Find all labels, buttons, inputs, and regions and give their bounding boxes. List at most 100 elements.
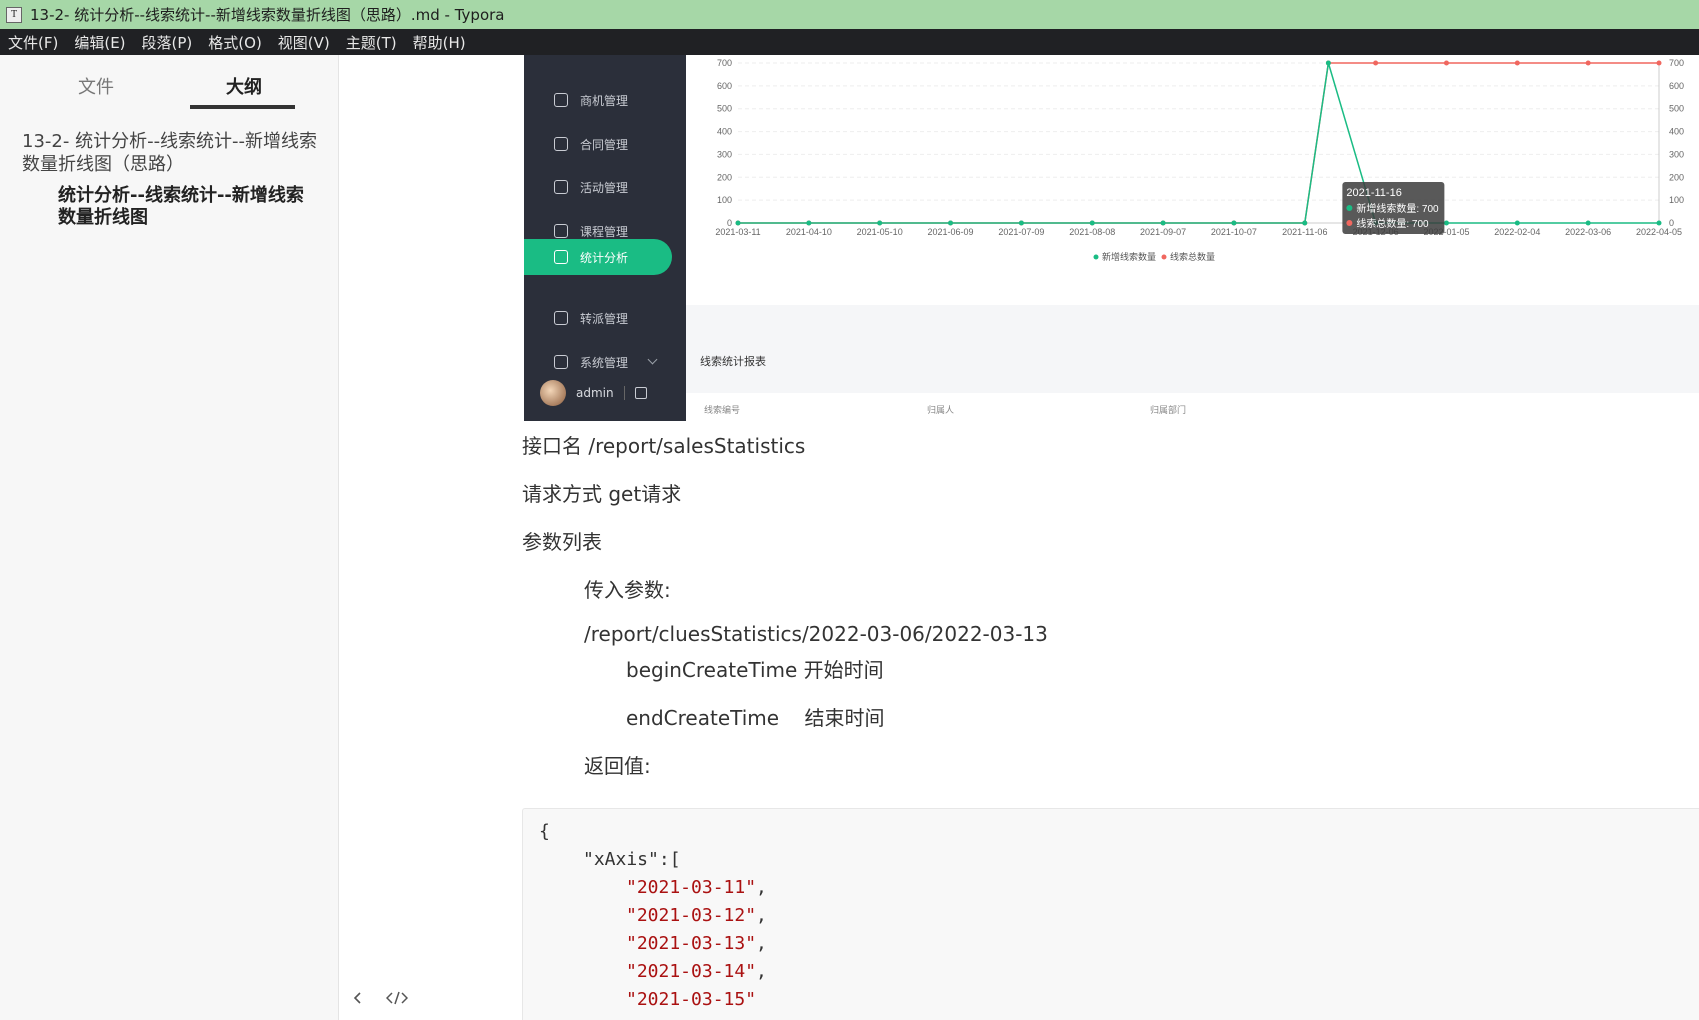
menu-help[interactable]: 帮助(H) bbox=[413, 32, 466, 53]
data-point bbox=[1585, 220, 1591, 226]
code-line: "2021-03-13", bbox=[626, 933, 767, 954]
menu-theme[interactable]: 主题(T) bbox=[346, 32, 397, 53]
data-point bbox=[1514, 220, 1520, 226]
tooltip-title: 2021-11-16 bbox=[1346, 187, 1401, 199]
typora-app-icon: T bbox=[6, 6, 22, 23]
logout-icon bbox=[634, 387, 647, 399]
title-bar: T 13-2- 统计分析--线索统计--新增线索数量折线图（思路）.md - T… bbox=[0, 0, 1699, 29]
code-line: "2021-03-12", bbox=[626, 905, 767, 926]
legend-marker bbox=[1161, 254, 1167, 260]
x-tick-label: 2021-05-10 bbox=[857, 227, 903, 237]
target-icon bbox=[554, 93, 568, 107]
code-string: "2021-03-15" bbox=[626, 989, 757, 1010]
menu-paragraph[interactable]: 段落(P) bbox=[142, 32, 193, 53]
line-chart: 0 0 100 100 200 200 300 300 400 400 500 500 600 600 70… bbox=[686, 55, 1699, 305]
code-string: "2021-03-11" bbox=[626, 877, 757, 898]
menu-file[interactable]: 文件(F) bbox=[8, 32, 58, 53]
y-tick-label-right: 200 bbox=[1669, 172, 1684, 182]
gear-icon bbox=[554, 355, 568, 369]
chart-svg: 0 0100 100200 200300 300400 400500 500600 60070… bbox=[715, 58, 1684, 262]
chevron-left-icon[interactable] bbox=[350, 990, 366, 1006]
outline-sidebar: 文件 大纲 13-2- 统计分析--线索统计--新增线索数量折线图（思路） 统计… bbox=[0, 55, 339, 1020]
tab-outline[interactable]: 大纲 bbox=[226, 73, 262, 99]
data-point bbox=[1373, 60, 1379, 66]
tab-files[interactable]: 文件 bbox=[78, 73, 114, 99]
return-label: 返回值: bbox=[584, 754, 651, 778]
tooltip-line: 线索总数量: 700 bbox=[1356, 217, 1429, 230]
tooltip-marker bbox=[1346, 205, 1353, 211]
code-icon[interactable] bbox=[386, 990, 408, 1006]
active-tab-indicator bbox=[190, 105, 295, 109]
data-point bbox=[1089, 220, 1095, 226]
data-point bbox=[1443, 60, 1449, 66]
y-tick-label-right: 100 bbox=[1669, 195, 1684, 205]
y-tick-label-right: 500 bbox=[1669, 104, 1684, 114]
x-tick-label: 2021-06-09 bbox=[928, 227, 974, 237]
window-title: 13-2- 统计分析--线索统计--新增线索数量折线图（思路）.md - Typ… bbox=[30, 6, 505, 24]
example-path: /report/cluesStatistics/2022-03-06/2022-… bbox=[584, 622, 1048, 646]
menu-bar: 文件(F) 编辑(E) 段落(P) 格式(O) 视图(V) 主题(T) 帮助(H… bbox=[0, 29, 1699, 55]
chevron-down-icon bbox=[647, 354, 658, 365]
username: admin bbox=[576, 386, 614, 400]
tooltip-marker bbox=[1346, 220, 1353, 226]
end-param: endCreateTime 结束时间 bbox=[626, 706, 885, 730]
data-point bbox=[1585, 60, 1591, 66]
data-point bbox=[948, 220, 954, 226]
chart-icon bbox=[554, 250, 568, 264]
nav-label: 合同管理 bbox=[580, 137, 629, 152]
y-tick-label-left: 600 bbox=[717, 81, 732, 91]
api-name-line: 接口名 /report/salesStatistics bbox=[522, 434, 806, 458]
star-icon bbox=[554, 180, 568, 194]
legend-label: 线索总数量 bbox=[1170, 251, 1215, 262]
nav-label: 系统管理 bbox=[580, 355, 629, 370]
nav-item-activity: 活动管理 bbox=[524, 169, 686, 205]
nav-user: admin bbox=[540, 380, 647, 406]
outline-item-h1[interactable]: 13-2- 统计分析--线索统计--新增线索数量折线图（思路） bbox=[22, 130, 322, 176]
menu-edit[interactable]: 编辑(E) bbox=[74, 32, 125, 53]
series-line bbox=[738, 62, 1659, 224]
form-label: 归属部门 bbox=[1150, 406, 1187, 416]
method-line: 请求方式 get请求 bbox=[522, 482, 682, 506]
report-title: 线索统计报表 bbox=[700, 355, 766, 368]
avatar bbox=[540, 380, 566, 406]
nav-label: 活动管理 bbox=[580, 180, 629, 195]
x-tick-label: 2022-03-06 bbox=[1565, 227, 1611, 237]
play-icon bbox=[554, 224, 568, 238]
data-point bbox=[1302, 220, 1308, 226]
data-point bbox=[1656, 220, 1662, 226]
x-tick-label: 2021-04-10 bbox=[786, 227, 832, 237]
data-point bbox=[1231, 220, 1237, 226]
code-comma: , bbox=[756, 877, 767, 898]
divider bbox=[623, 386, 625, 400]
x-tick-label: 2021-09-07 bbox=[1140, 227, 1186, 237]
input-params-label: 传入参数: bbox=[584, 578, 671, 602]
code-string: "2021-03-13" bbox=[626, 933, 757, 954]
code-line: "2021-03-11", bbox=[626, 877, 767, 898]
legend-marker bbox=[1093, 254, 1099, 260]
x-tick-label: 2021-03-11 bbox=[715, 227, 760, 237]
code-string: "2021-03-12" bbox=[626, 905, 757, 926]
begin-param: beginCreateTime 开始时间 bbox=[626, 658, 884, 682]
x-tick-label: 2022-04-05 bbox=[1636, 227, 1682, 237]
nav-item-transfer: 转派管理 bbox=[524, 300, 686, 336]
sidebar-bottom-bar bbox=[350, 990, 408, 1006]
nav-label: 转派管理 bbox=[580, 311, 629, 326]
outline-item-h2[interactable]: 统计分析--线索统计--新增线索数量折线图 bbox=[58, 185, 320, 229]
x-tick-label: 2021-10-07 bbox=[1211, 227, 1257, 237]
refresh-icon bbox=[554, 311, 568, 325]
menu-format[interactable]: 格式(O) bbox=[208, 32, 262, 53]
data-point bbox=[735, 220, 741, 226]
code-block[interactable]: { "xAxis":[ "2021-03-11", "2021-03-12", … bbox=[522, 808, 1699, 1020]
data-point bbox=[877, 220, 883, 226]
report-section: 线索统计报表 线索编号 归属人 归属部门 bbox=[686, 305, 1699, 421]
code-line: "2021-03-14", bbox=[626, 961, 767, 982]
y-tick-label-left: 700 bbox=[717, 58, 732, 68]
tooltip-line: 新增线索数量: 700 bbox=[1356, 202, 1439, 215]
y-tick-label-left: 500 bbox=[717, 104, 732, 114]
y-tick-label-left: 400 bbox=[717, 127, 732, 137]
menu-view[interactable]: 视图(V) bbox=[278, 32, 330, 53]
app-side-nav: 商机管理 合同管理 活动管理 课程管理 统计分析 转派管理 系统管理 admin bbox=[524, 55, 686, 421]
code-comma: , bbox=[756, 905, 767, 926]
embedded-screenshot: 商机管理 合同管理 活动管理 课程管理 统计分析 转派管理 系统管理 admin… bbox=[524, 55, 1699, 421]
document-icon bbox=[554, 137, 568, 151]
